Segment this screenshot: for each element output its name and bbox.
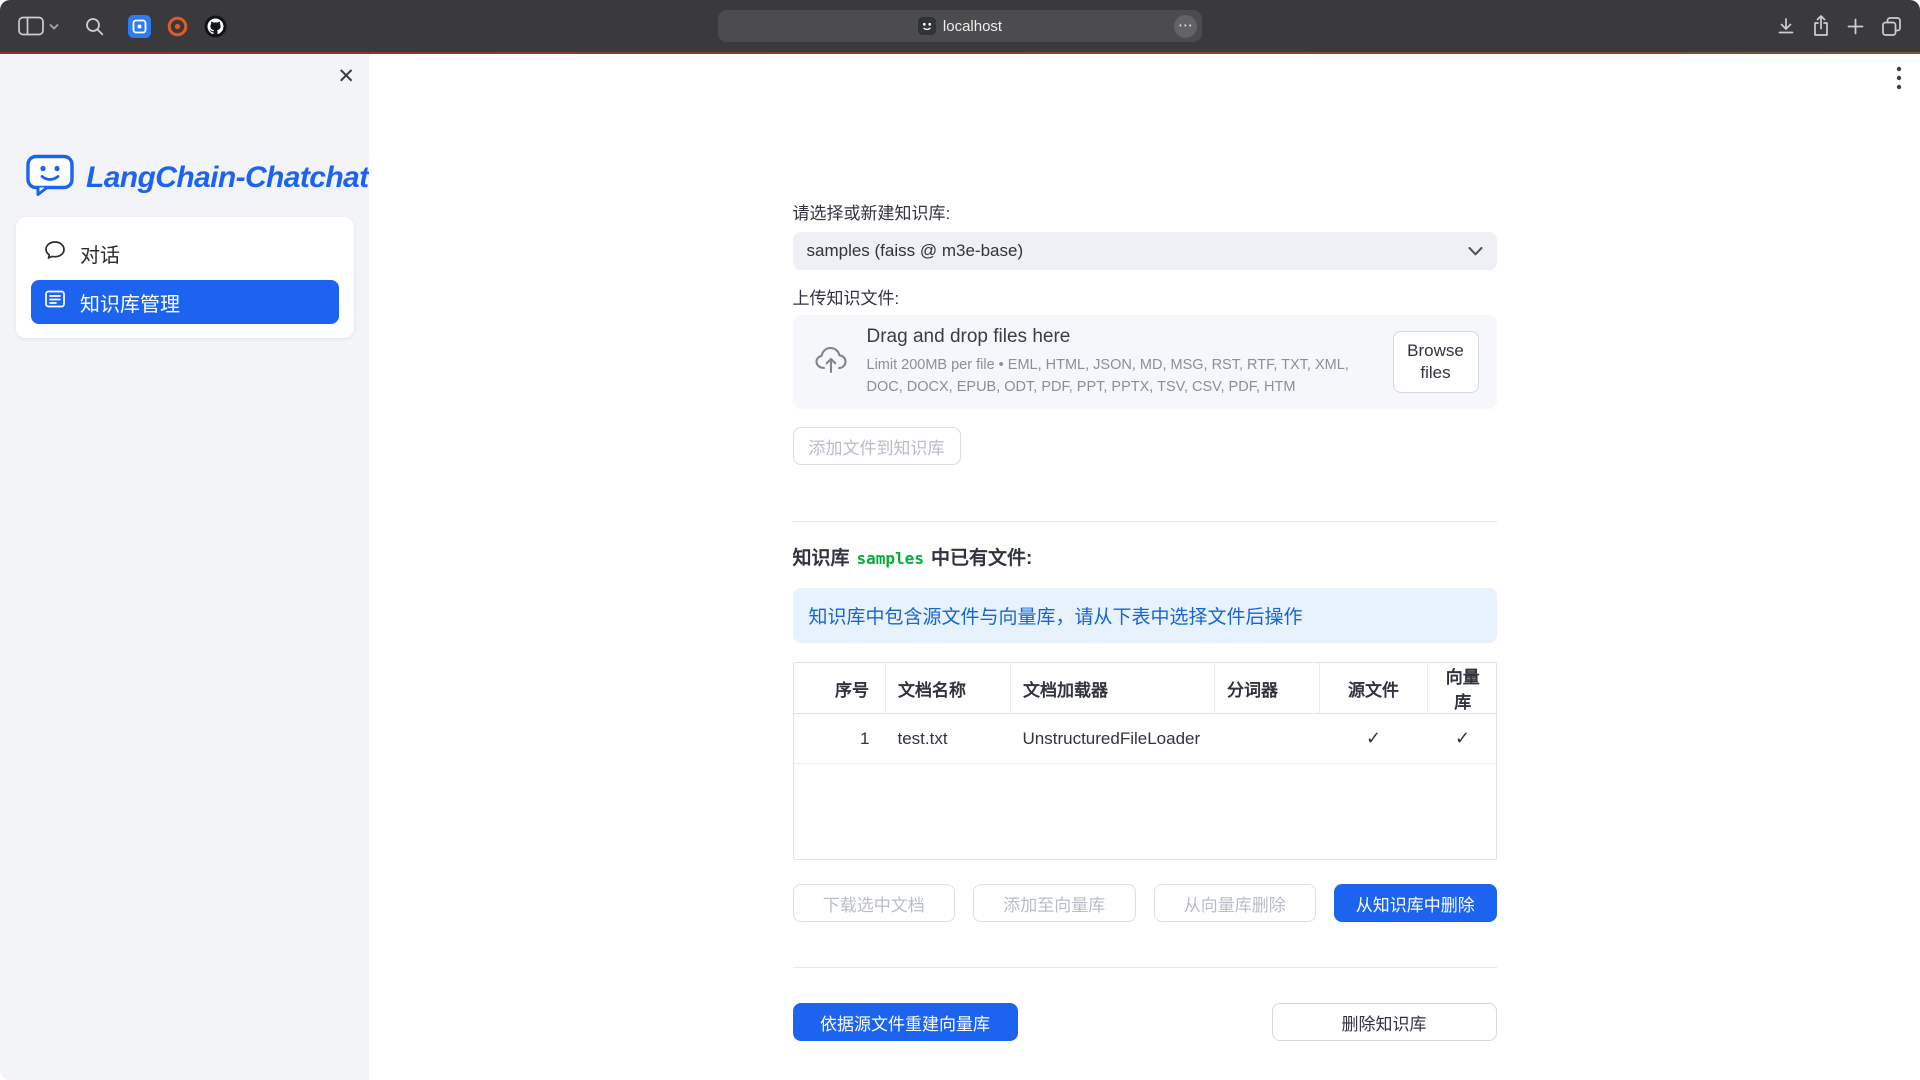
- divider: [793, 967, 1497, 968]
- main-area: 请选择或新建知识库: samples (faiss @ m3e-base) 上传…: [369, 54, 1920, 1080]
- dropzone-title: Drag and drop files here: [867, 326, 1379, 348]
- sidebar-item-label: 对话: [80, 239, 120, 268]
- col-header-splitter[interactable]: 分词器: [1215, 663, 1320, 714]
- chat-icon: [44, 239, 66, 267]
- share-icon[interactable]: [1812, 15, 1830, 37]
- logo-chat-icon: [26, 154, 74, 202]
- extension-blue-icon[interactable]: [128, 15, 151, 38]
- sidebar-menu: 对话 知识库管理: [16, 217, 354, 338]
- sidebar-close-icon[interactable]: ✕: [337, 66, 355, 87]
- cell-loader: UnstructuredFileLoader: [1011, 714, 1215, 764]
- knowledge-base-icon: [44, 288, 66, 316]
- site-favicon-icon: [918, 17, 936, 35]
- sidebar-item-dialogue[interactable]: 对话: [31, 231, 339, 275]
- kb-select-value: samples (faiss @ m3e-base): [807, 241, 1024, 261]
- file-dropzone[interactable]: Drag and drop files here Limit 200MB per…: [793, 315, 1497, 409]
- upload-label: 上传知识文件:: [793, 288, 1497, 309]
- cell-splitter: [1215, 714, 1320, 764]
- app-logo-text: LangChain-Chatchat: [86, 161, 369, 195]
- search-icon[interactable]: [85, 17, 104, 36]
- chevron-down-icon[interactable]: [49, 23, 59, 30]
- files-heading-suffix: 中已有文件:: [931, 548, 1032, 569]
- sidebar-item-label: 知识库管理: [80, 288, 180, 317]
- info-banner: 知识库中包含源文件与向量库，请从下表中选择文件后操作: [793, 588, 1497, 643]
- delete-kb-button[interactable]: 删除知识库: [1272, 1003, 1497, 1041]
- col-header-loader[interactable]: 文档加载器: [1011, 663, 1215, 714]
- page-options-icon[interactable]: ⋯: [1174, 15, 1197, 38]
- file-actions-row: 下载选中文档 添加至向量库 从向量库删除 从知识库中删除: [793, 884, 1497, 922]
- sidebar: ✕ LangChain-Chatchat 对话: [0, 54, 369, 1080]
- kb-name-code: samples: [857, 549, 924, 568]
- divider: [793, 521, 1497, 522]
- files-heading-prefix: 知识库: [793, 548, 850, 569]
- browse-files-button[interactable]: Browse files: [1393, 331, 1479, 394]
- select-chevron-icon: [1468, 241, 1483, 261]
- col-header-source[interactable]: 源文件: [1320, 663, 1428, 714]
- delete-from-kb-button[interactable]: 从知识库中删除: [1334, 884, 1497, 922]
- new-tab-icon[interactable]: [1846, 17, 1865, 36]
- browser-toolbar: localhost ⋯: [0, 0, 1920, 52]
- files-heading: 知识库 samples 中已有文件:: [793, 546, 1497, 572]
- cell-source-check: ✓: [1320, 714, 1428, 764]
- col-header-vector[interactable]: 向量库: [1428, 663, 1497, 714]
- kb-actions-row: 依据源文件重建向量库 删除知识库: [793, 1003, 1497, 1041]
- address-bar[interactable]: localhost ⋯: [718, 10, 1202, 42]
- cell-index: 1: [794, 714, 886, 764]
- add-to-vector-button[interactable]: 添加至向量库: [973, 884, 1136, 922]
- extension-github-icon[interactable]: [204, 15, 227, 38]
- sidebar-item-knowledge-base[interactable]: 知识库管理: [31, 280, 339, 324]
- app-logo: LangChain-Chatchat: [26, 154, 369, 202]
- dropzone-hint: Limit 200MB per file • EML, HTML, JSON, …: [867, 355, 1379, 397]
- kb-select-label: 请选择或新建知识库:: [793, 203, 1497, 224]
- table-header-row: 序号 文档名称 文档加载器 分词器 源文件 向量库: [794, 663, 1497, 714]
- col-header-index[interactable]: 序号: [794, 663, 886, 714]
- toolbar-right-group: [1776, 15, 1902, 37]
- info-banner-text: 知识库中包含源文件与向量库，请从下表中选择文件后操作: [809, 602, 1303, 629]
- rebuild-vector-store-button[interactable]: 依据源文件重建向量库: [793, 1003, 1018, 1041]
- extension-record-icon[interactable]: [166, 15, 189, 38]
- add-files-button[interactable]: 添加文件到知识库: [793, 427, 961, 465]
- download-selected-button[interactable]: 下载选中文档: [793, 884, 956, 922]
- browser-window: localhost ⋯ ✕: [0, 0, 1920, 1080]
- content-column: 请选择或新建知识库: samples (faiss @ m3e-base) 上传…: [793, 54, 1497, 1041]
- cell-vector-check: ✓: [1428, 714, 1497, 764]
- kb-select[interactable]: samples (faiss @ m3e-base): [793, 232, 1497, 270]
- col-header-name[interactable]: 文档名称: [886, 663, 1011, 714]
- toolbar-left-group: [18, 15, 227, 38]
- url-text: localhost: [943, 18, 1002, 35]
- table-row[interactable]: 1 test.txt UnstructuredFileLoader ✓ ✓: [794, 714, 1497, 764]
- dropzone-texts: Drag and drop files here Limit 200MB per…: [867, 326, 1393, 397]
- downloads-icon[interactable]: [1776, 16, 1796, 36]
- main-menu-kebab-icon[interactable]: [1896, 66, 1902, 95]
- sidebar-toggle-icon[interactable]: [18, 16, 44, 36]
- app-page: ✕ LangChain-Chatchat 对话: [0, 54, 1920, 1080]
- cell-name: test.txt: [886, 714, 1011, 764]
- tab-overview-icon[interactable]: [1881, 16, 1902, 37]
- remove-from-vector-button[interactable]: 从向量库删除: [1154, 884, 1317, 922]
- files-table: 序号 文档名称 文档加载器 分词器 源文件 向量库 1 test: [793, 662, 1497, 860]
- cloud-upload-icon: [813, 345, 849, 380]
